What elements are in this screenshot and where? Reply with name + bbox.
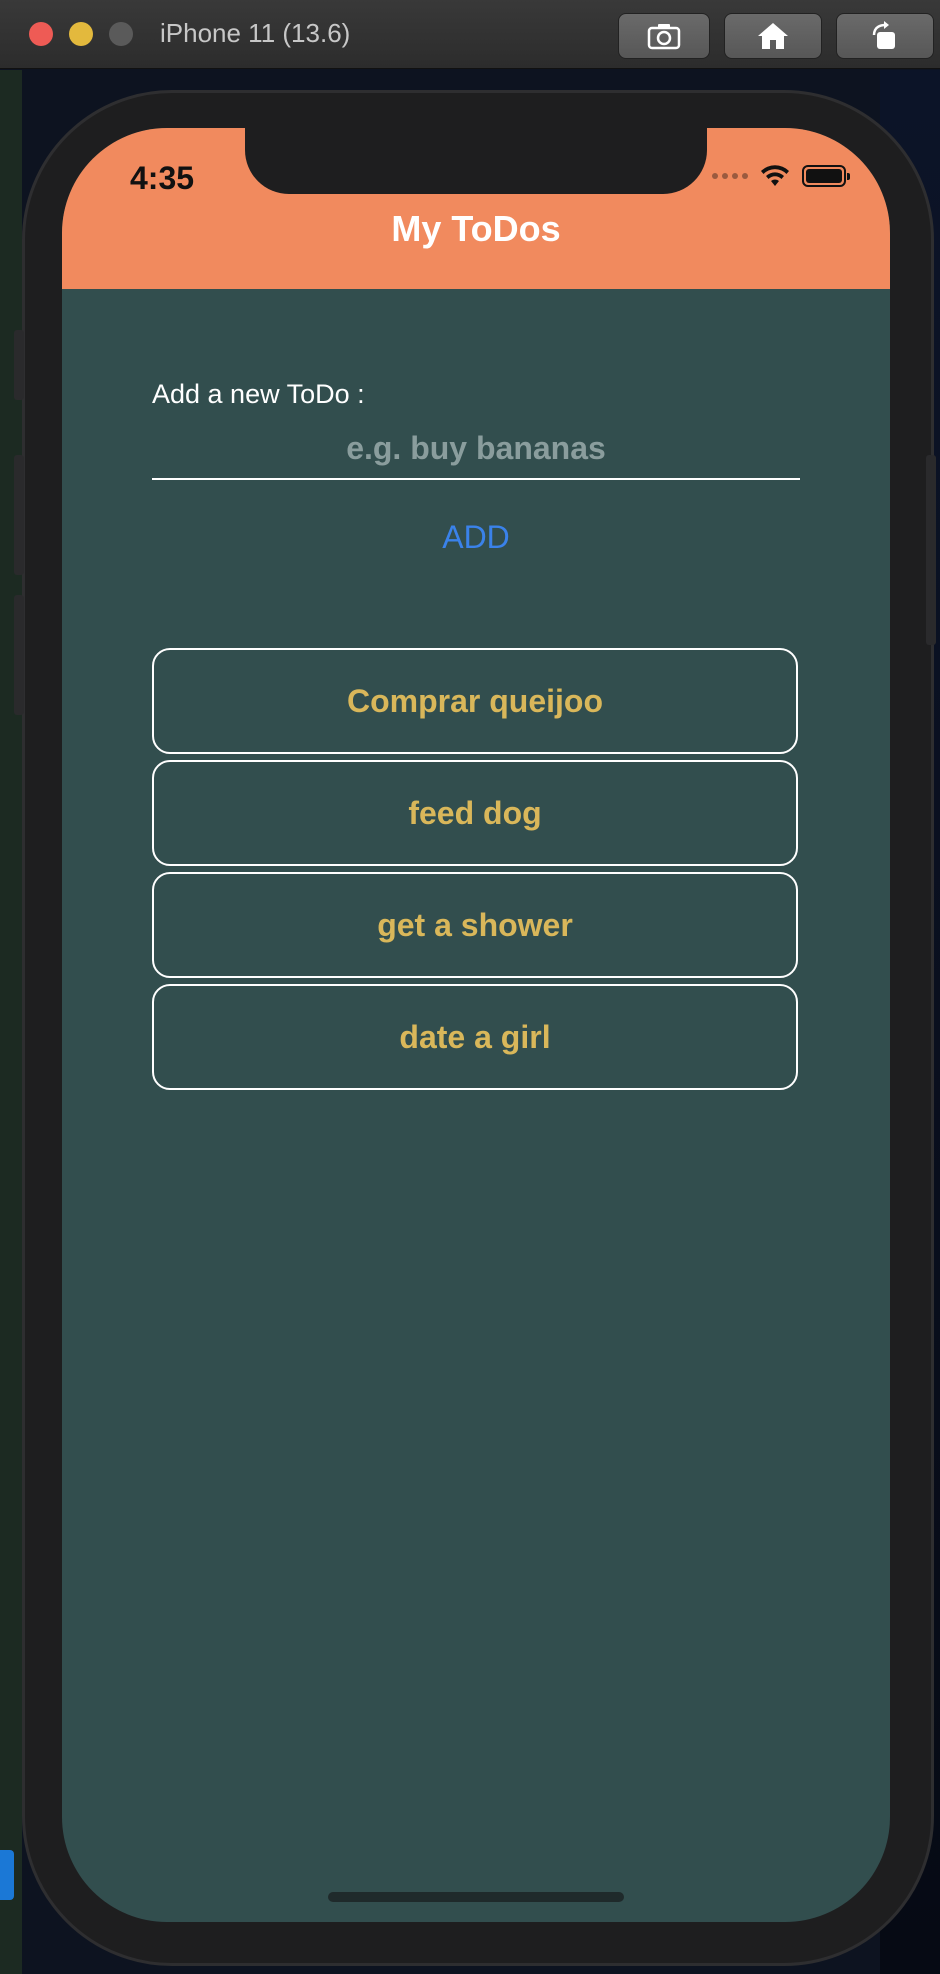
zoom-window-button[interactable]	[109, 22, 133, 46]
home-icon	[758, 23, 788, 49]
battery-icon	[802, 165, 850, 187]
screenshot-button[interactable]	[618, 13, 710, 59]
new-todo-input[interactable]	[152, 418, 800, 480]
minimize-window-button[interactable]	[69, 22, 93, 46]
app-title: My ToDos	[391, 208, 561, 249]
simulator-titlebar: iPhone 11 (13.6)	[0, 0, 940, 69]
add-todo-button[interactable]: ADD	[62, 518, 890, 557]
app-screen: 4:35 My ToDos Add a new ToDo : ADD Compr…	[62, 128, 890, 1922]
mute-switch	[14, 330, 24, 400]
todo-item[interactable]: date a girl	[152, 984, 798, 1090]
status-indicators	[712, 164, 850, 188]
todo-item[interactable]: get a shower	[152, 872, 798, 978]
volume-down-button	[14, 595, 24, 715]
home-button[interactable]	[724, 13, 822, 59]
desktop-window-edge	[0, 1850, 14, 1900]
app-header: 4:35 My ToDos	[62, 128, 890, 289]
status-time: 4:35	[130, 160, 195, 196]
wifi-icon	[760, 164, 790, 188]
rotate-button[interactable]	[836, 13, 934, 59]
todo-item[interactable]: feed dog	[152, 760, 798, 866]
close-window-button[interactable]	[29, 22, 53, 46]
device-notch	[245, 128, 707, 194]
todo-item[interactable]: Comprar queijoo	[152, 648, 798, 754]
new-todo-label: Add a new ToDo :	[152, 379, 365, 409]
rotate-icon	[872, 21, 895, 49]
power-button	[926, 455, 936, 645]
simulator-title: iPhone 11 (13.6)	[160, 18, 351, 48]
screenshot-icon	[647, 24, 681, 50]
volume-up-button	[14, 455, 24, 575]
cellular-signal-icon	[712, 173, 748, 179]
home-indicator[interactable]	[328, 1892, 624, 1902]
